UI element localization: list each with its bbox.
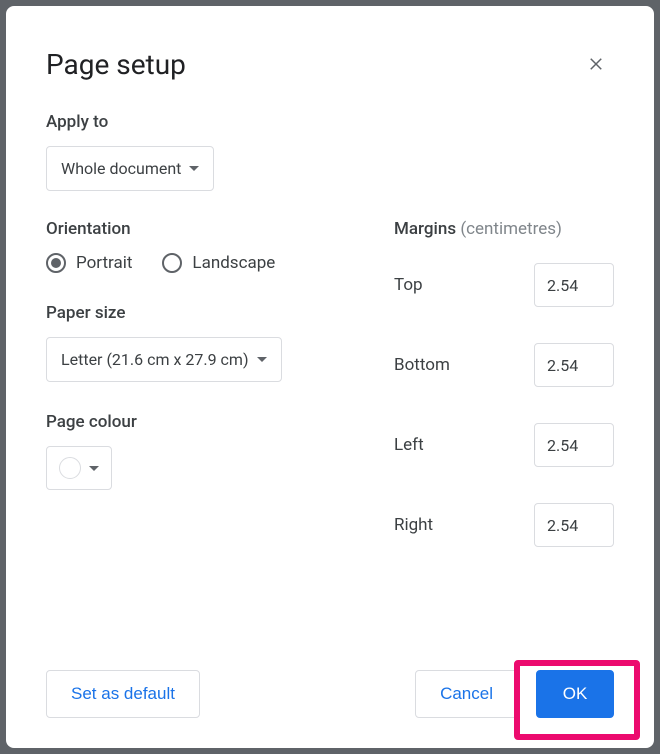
colour-swatch-icon (59, 457, 81, 479)
paper-size-label: Paper size (46, 303, 354, 323)
content-columns: Orientation Portrait Landscape Paper (46, 219, 614, 583)
margin-left-label: Left (394, 435, 424, 455)
margin-right-input[interactable] (534, 503, 614, 547)
page-colour-section: Page colour (46, 412, 354, 490)
ok-button[interactable]: OK (536, 670, 614, 718)
dialog-header: Page setup (46, 46, 614, 82)
orientation-landscape-radio[interactable]: Landscape (162, 253, 275, 273)
page-colour-picker[interactable] (46, 446, 112, 490)
margin-right-row: Right (394, 503, 614, 547)
left-column: Orientation Portrait Landscape Paper (46, 219, 354, 583)
paper-size-section: Paper size Letter (21.6 cm x 27.9 cm) (46, 303, 354, 382)
margin-bottom-label: Bottom (394, 355, 450, 375)
radio-unselected-icon (162, 253, 182, 273)
dialog-title: Page setup (46, 48, 186, 81)
radio-dot-icon (51, 258, 61, 268)
radio-selected-icon (46, 253, 66, 273)
orientation-section: Orientation Portrait Landscape (46, 219, 354, 273)
margins-unit-text: (centimetres) (460, 219, 562, 239)
set-default-button[interactable]: Set as default (46, 670, 200, 718)
orientation-portrait-label: Portrait (76, 253, 132, 273)
caret-down-icon (257, 357, 267, 362)
page-colour-label: Page colour (46, 412, 354, 432)
margin-left-row: Left (394, 423, 614, 467)
close-icon (587, 55, 605, 73)
apply-to-value: Whole document (61, 159, 181, 178)
orientation-options: Portrait Landscape (46, 253, 354, 273)
paper-size-value: Letter (21.6 cm x 27.9 cm) (61, 350, 249, 369)
margin-bottom-input[interactable] (534, 343, 614, 387)
margin-top-row: Top (394, 263, 614, 307)
cancel-button[interactable]: Cancel (415, 670, 518, 718)
apply-to-section: Apply to Whole document (46, 112, 614, 191)
orientation-landscape-label: Landscape (192, 253, 275, 273)
page-setup-dialog: Page setup Apply to Whole document Orien… (6, 6, 654, 748)
margins-label-text: Margins (394, 219, 456, 239)
margin-left-input[interactable] (534, 423, 614, 467)
caret-down-icon (189, 166, 199, 171)
margins-label: Margins (centimetres) (394, 219, 614, 239)
right-column: Margins (centimetres) Top Bottom Left Ri… (394, 219, 614, 583)
close-button[interactable] (578, 46, 614, 82)
orientation-portrait-radio[interactable]: Portrait (46, 253, 132, 273)
margin-right-label: Right (394, 515, 433, 535)
margin-top-label: Top (394, 275, 423, 295)
apply-to-label: Apply to (46, 112, 614, 132)
margin-bottom-row: Bottom (394, 343, 614, 387)
paper-size-dropdown[interactable]: Letter (21.6 cm x 27.9 cm) (46, 337, 282, 382)
orientation-label: Orientation (46, 219, 354, 239)
caret-down-icon (89, 466, 99, 471)
margin-top-input[interactable] (534, 263, 614, 307)
dialog-footer: Set as default Cancel OK (46, 650, 614, 718)
apply-to-dropdown[interactable]: Whole document (46, 146, 214, 191)
